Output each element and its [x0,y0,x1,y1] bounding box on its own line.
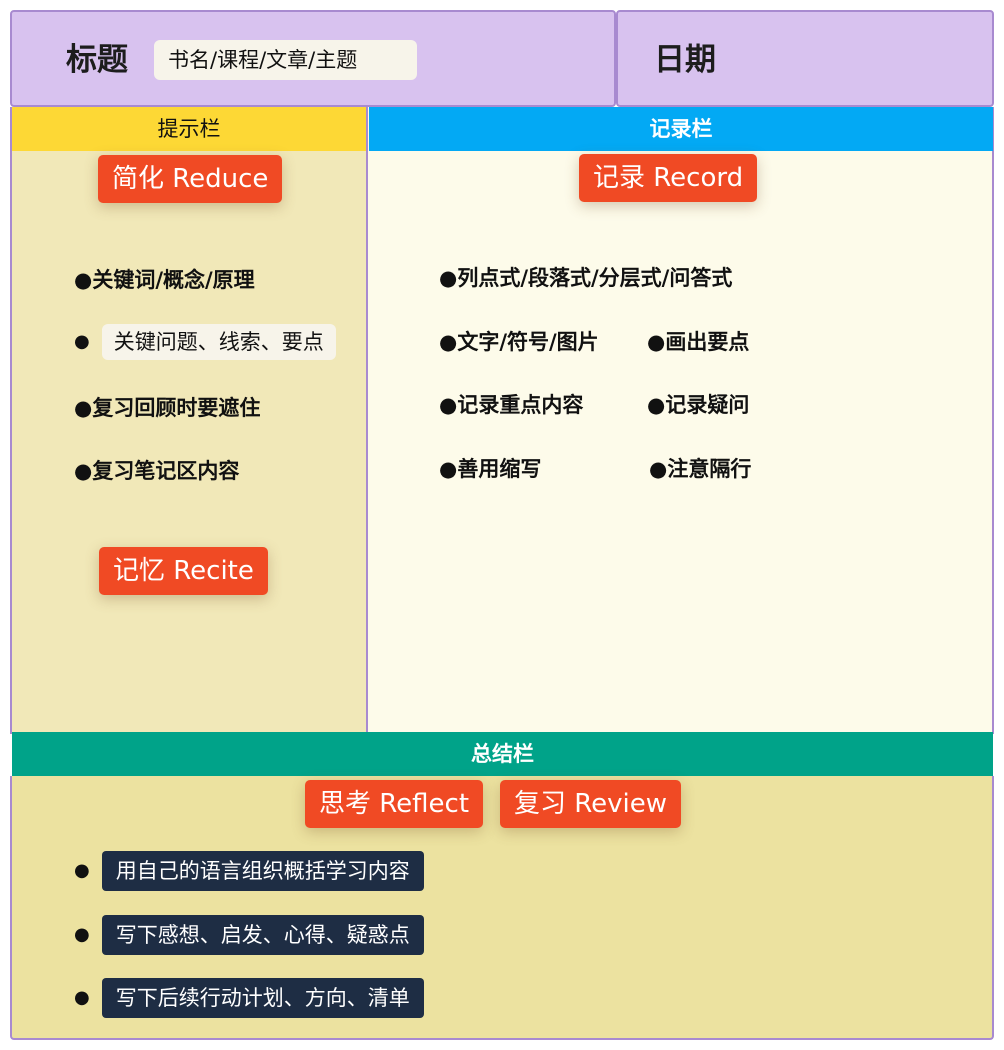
cue-item-review: ●复习笔记区内容 [74,459,240,483]
review-tag: 复习 Review [500,780,682,828]
cue-item-questions: ● 关键问题、线索、要点 [74,324,336,360]
bullet-icon: ● [74,331,90,352]
summary-item-reflections-text: 写下感想、启发、心得、疑惑点 [101,915,424,955]
notes-item-media: ●文字/符号/图片 [439,330,599,354]
notes-item-key-content: ●记录重点内容 [439,393,584,417]
cue-item-cover: ●复习回顾时要遮住 [74,396,261,420]
summary-item-summarize-text: 用自己的语言组织概括学习内容 [101,851,424,891]
reflect-tag: 思考 Reflect [305,780,484,828]
notes-item-questions: ●记录疑问 [647,393,750,417]
record-tag: 记录 Record [579,154,758,202]
bullet-icon: ● [74,924,90,945]
summary-item-action-plan: ● 写下后续行动计划、方向、清单 [74,978,424,1018]
notes-item-highlight: ●画出要点 [647,330,750,354]
title-label: 标题 [66,42,128,78]
summary-item-summarize: ● 用自己的语言组织概括学习内容 [74,851,424,891]
notes-item-abbreviations: ●善用缩写 [439,457,542,481]
recite-tag: 记忆 Recite [99,547,268,595]
summary-item-action-plan-text: 写下后续行动计划、方向、清单 [101,978,424,1018]
notes-item-formats: ●列点式/段落式/分层式/问答式 [439,266,733,290]
summary-item-reflections: ● 写下感想、启发、心得、疑惑点 [74,915,424,955]
notes-item-spacing: ●注意隔行 [649,457,752,481]
cue-item-keywords: ●关键词/概念/原理 [74,268,255,292]
reduce-tag: 简化 Reduce [98,155,283,203]
summary-header: 总结栏 [12,732,993,776]
notes-header: 记录栏 [369,107,993,151]
cue-header: 提示栏 [12,107,366,151]
cue-item-questions-text: 关键问题、线索、要点 [101,324,336,360]
date-label: 日期 [654,42,716,78]
title-placeholder: 书名/课程/文章/主题 [154,40,417,80]
bullet-icon: ● [74,860,90,881]
bullet-icon: ● [74,987,90,1008]
